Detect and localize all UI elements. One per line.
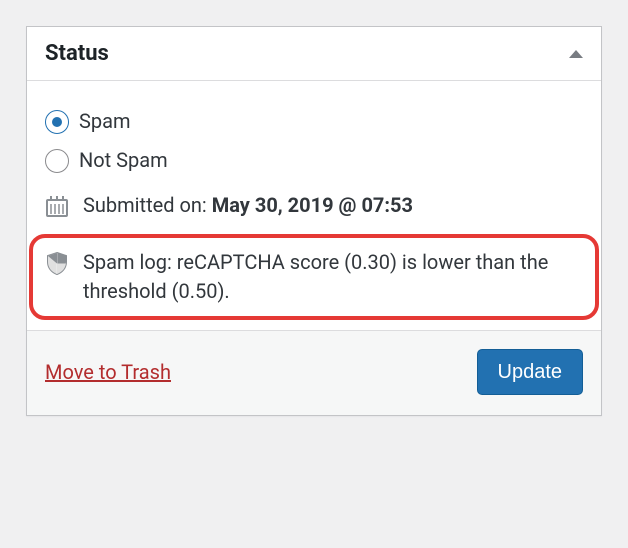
radio-icon — [45, 149, 69, 173]
panel-header-toggle[interactable]: Status — [27, 27, 601, 81]
move-to-trash-link[interactable]: Move to Trash — [45, 360, 171, 384]
submitted-on-label: Submitted on: — [83, 193, 212, 217]
spam-log-highlight: Spam log: reCAPTCHA score (0.30) is lowe… — [29, 234, 599, 320]
submitted-on-text: Submitted on: May 30, 2019 @ 07:53 — [83, 191, 583, 220]
submitted-on-value: May 30, 2019 @ 07:53 — [212, 193, 413, 217]
status-radio-group: Spam Not Spam — [45, 107, 583, 175]
panel-title: Status — [45, 41, 109, 66]
radio-option-spam[interactable]: Spam — [45, 107, 583, 136]
spam-log-row: Spam log: reCAPTCHA score (0.30) is lowe… — [45, 248, 583, 306]
panel-body: Spam Not Spam — [27, 81, 601, 330]
calendar-icon — [45, 194, 69, 218]
update-button[interactable]: Update — [477, 349, 584, 395]
spam-log-text: Spam log: reCAPTCHA score (0.30) is lowe… — [83, 248, 583, 306]
radio-icon — [45, 110, 69, 134]
radio-option-not-spam[interactable]: Not Spam — [45, 146, 583, 175]
panel-footer: Move to Trash Update — [27, 330, 601, 415]
status-metabox: Status Spam Not Spam — [26, 26, 602, 416]
collapse-icon — [569, 50, 583, 58]
radio-label-spam: Spam — [79, 107, 131, 136]
submitted-on-row: Submitted on: May 30, 2019 @ 07:53 — [45, 191, 583, 220]
radio-label-not-spam: Not Spam — [79, 146, 168, 175]
shield-icon — [45, 251, 69, 275]
